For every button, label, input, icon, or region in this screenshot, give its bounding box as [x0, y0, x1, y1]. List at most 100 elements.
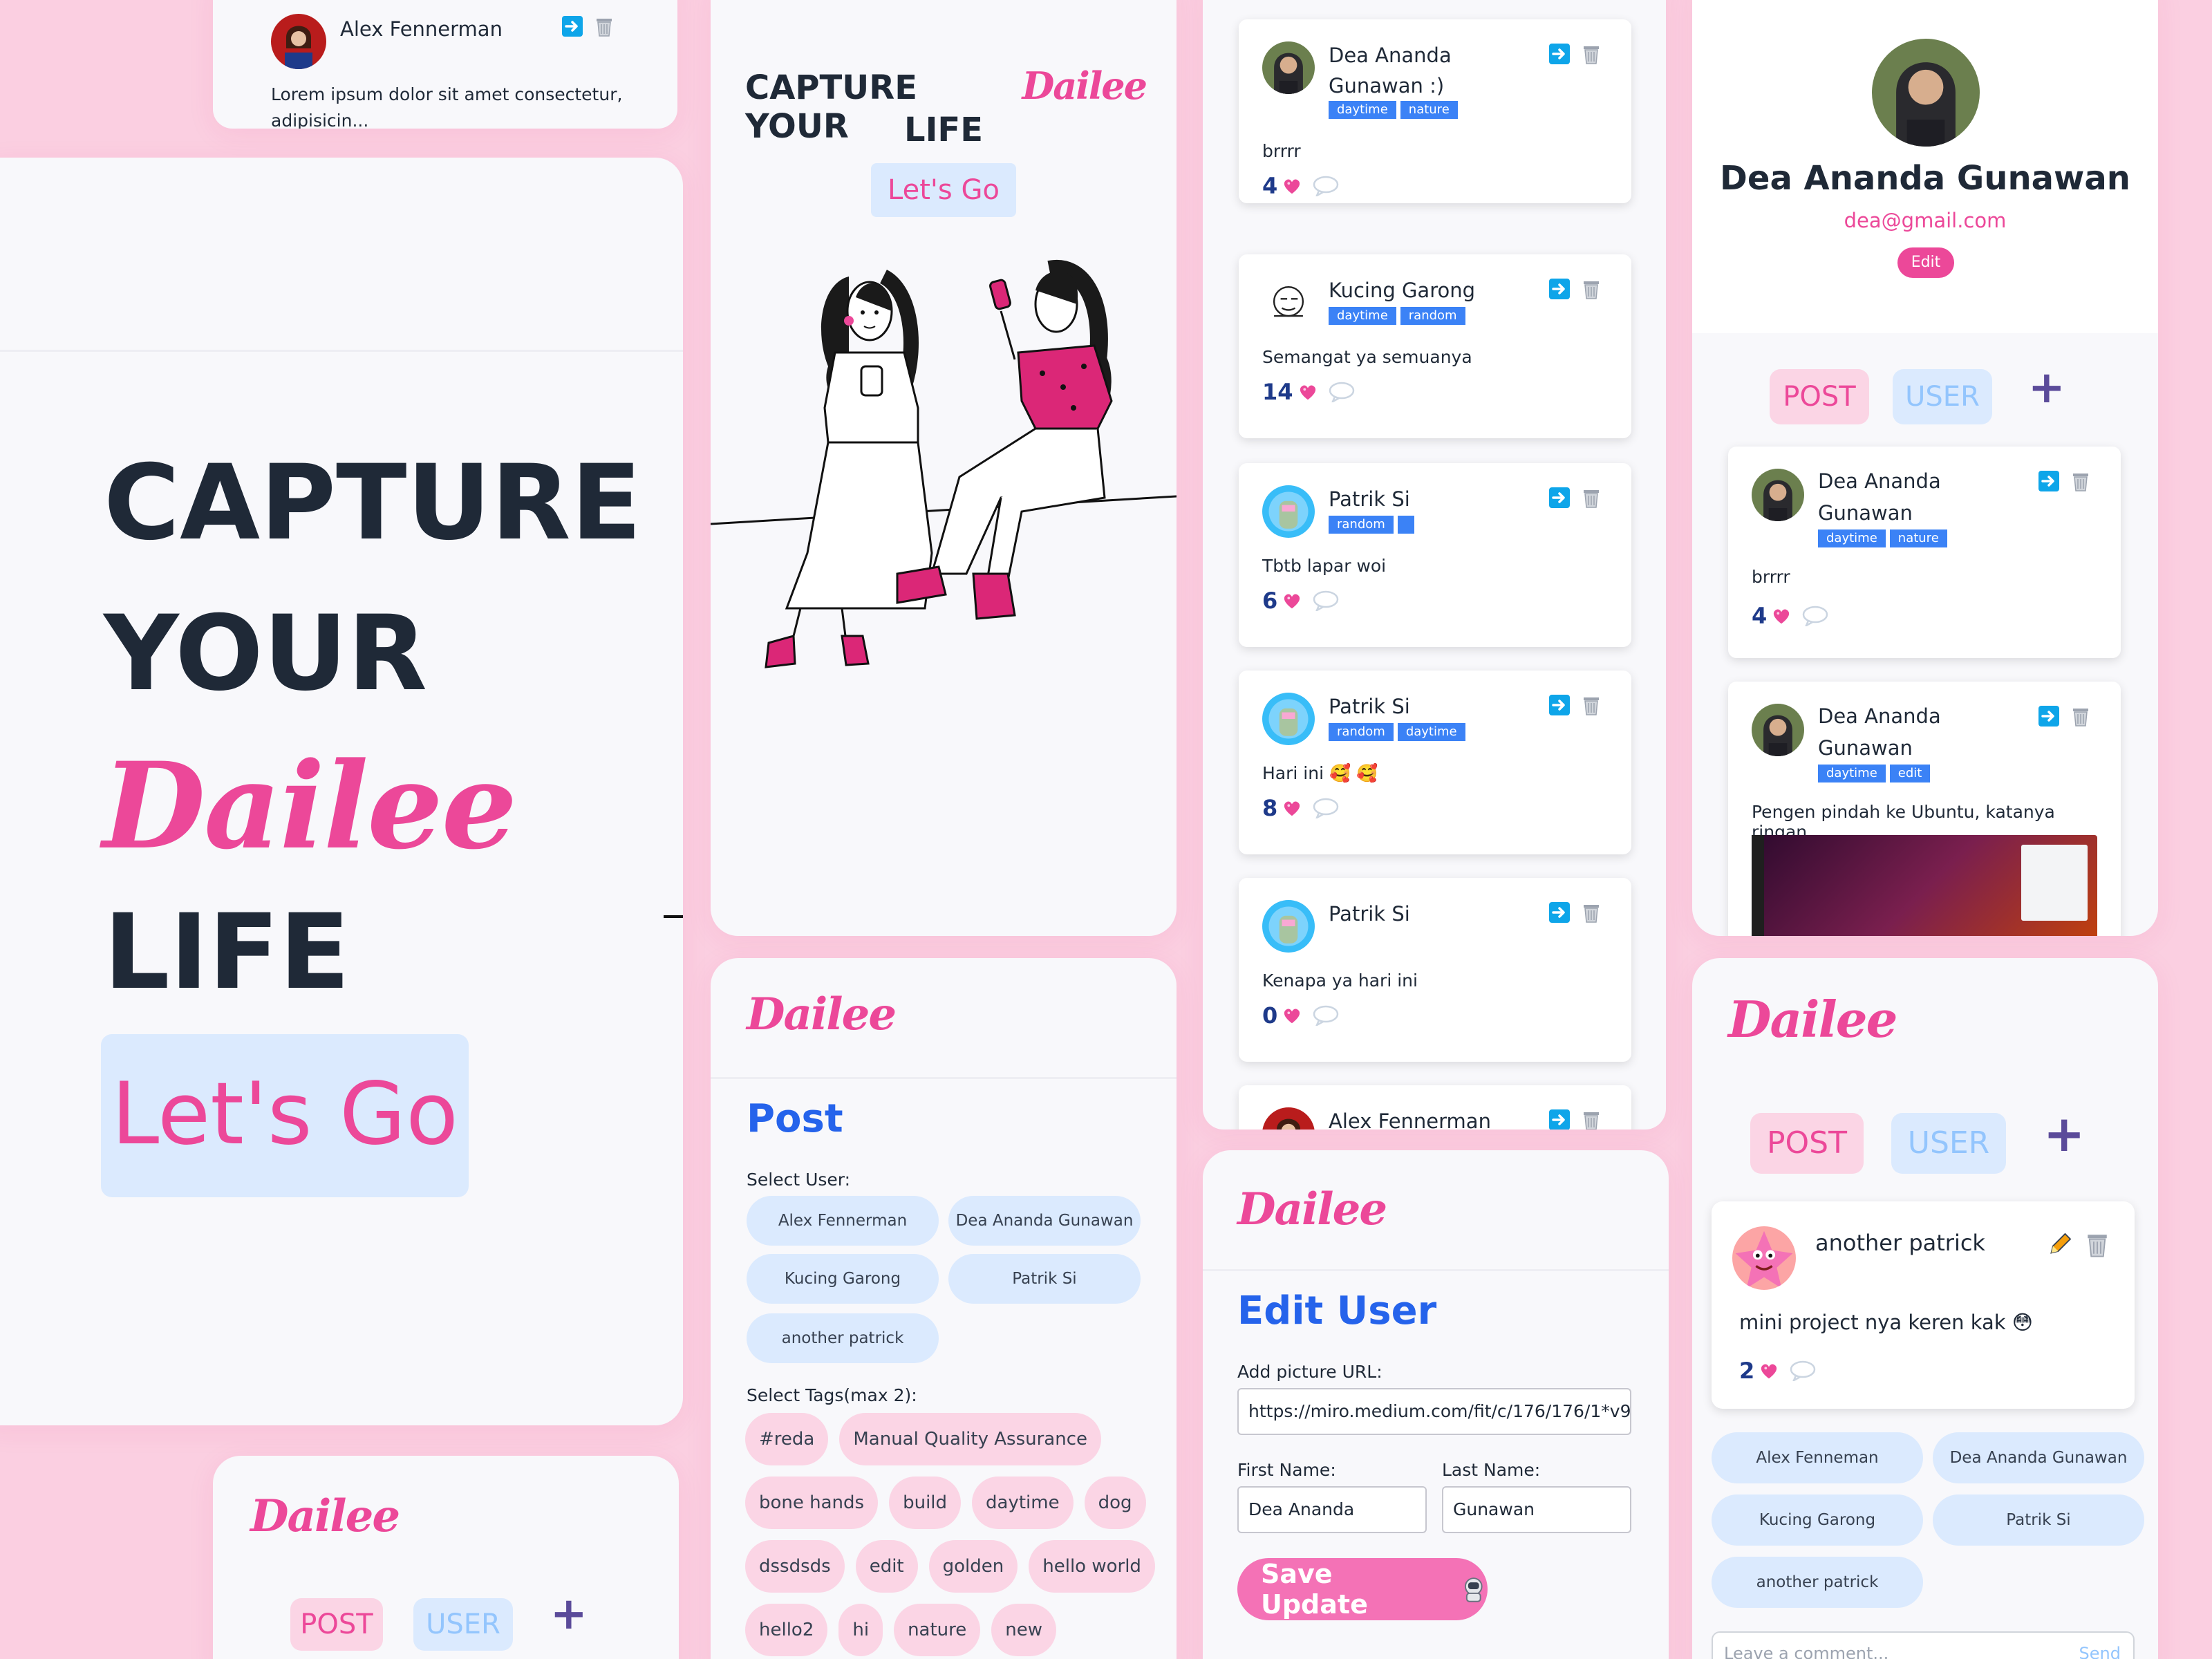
share-arrow-icon[interactable] [1548, 694, 1571, 716]
tag-pill[interactable]: hello world [1029, 1540, 1155, 1593]
tab-user[interactable]: USER [413, 1598, 513, 1651]
tag-pill[interactable]: dssdsds [745, 1540, 845, 1593]
post-tags: daytime nature [1818, 529, 1947, 547]
tag-pill[interactable]: nature [894, 1604, 981, 1656]
user-pill[interactable]: Patrik Si [1933, 1494, 2144, 1546]
comment-input[interactable]: Leave a comment... Send [1712, 1631, 2135, 1659]
bottom-left-brand: Dailee [250, 1490, 400, 1542]
tag-pill[interactable]: hi [838, 1604, 883, 1656]
tab-post[interactable]: POST [1770, 369, 1869, 424]
picture-url-label: Add picture URL: [1237, 1362, 1382, 1382]
heart-icon[interactable] [1282, 798, 1302, 818]
profile-edit-button[interactable]: Edit [1897, 247, 1954, 278]
share-arrow-icon[interactable] [1548, 278, 1571, 300]
comment-icon[interactable] [1789, 1360, 1817, 1381]
heart-icon[interactable] [1282, 590, 1302, 611]
heart-icon[interactable] [1297, 382, 1318, 402]
comment-icon[interactable] [1312, 176, 1340, 196]
user-pill[interactable]: Alex Fennerman [747, 1196, 939, 1246]
tag-pill[interactable]: edit [855, 1540, 918, 1593]
tab-user[interactable]: USER [1891, 1113, 2006, 1174]
tag-pill[interactable]: bone hands [745, 1477, 879, 1529]
post-author-line2: Gunawan :) [1329, 74, 1445, 97]
share-arrow-icon[interactable] [561, 15, 583, 37]
tag-pill[interactable]: #reda [745, 1413, 829, 1465]
hero-cta-button[interactable]: Let's Go [101, 1034, 469, 1197]
tag-pill[interactable]: hello2 [745, 1604, 828, 1656]
tab-post[interactable]: POST [290, 1598, 383, 1651]
heart-icon[interactable] [1282, 176, 1302, 196]
comment-icon[interactable] [1312, 798, 1340, 818]
edit-title: Edit User [1237, 1288, 1437, 1333]
post-tag: edit [1889, 765, 1931, 782]
first-name-input[interactable]: Dea Ananda [1237, 1486, 1427, 1533]
comment-icon[interactable] [1312, 1005, 1340, 1026]
trash-icon[interactable] [2070, 705, 2092, 727]
user-pill[interactable]: Dea Ananda Gunawan [1933, 1432, 2144, 1483]
user-pill[interactable]: Kucing Garong [1712, 1494, 1923, 1546]
pencil-icon[interactable] [2046, 1230, 2074, 1258]
create-post-card: Dailee Post Select User: Alex Fennerman D… [711, 958, 1177, 1659]
post-tag: daytime [1329, 101, 1396, 119]
trash-icon[interactable] [1580, 487, 1602, 509]
heart-icon[interactable] [1771, 606, 1792, 626]
like-count: 8 [1262, 795, 1278, 821]
tab-post[interactable]: POST [1750, 1113, 1864, 1174]
user-pill[interactable]: Dea Ananda Gunawan [948, 1196, 1141, 1246]
tag-pill[interactable]: dog [1084, 1477, 1146, 1529]
user-pill[interactable]: Patrik Si [948, 1254, 1141, 1304]
comment-icon[interactable] [1328, 382, 1356, 402]
trash-icon[interactable] [1580, 43, 1602, 65]
picture-url-input[interactable]: https://miro.medium.com/fit/c/176/176/1*… [1237, 1388, 1631, 1435]
trash-icon[interactable] [1580, 1109, 1602, 1130]
avatar [1752, 704, 1804, 756]
splash-cta-button[interactable]: Let's Go [871, 163, 1016, 217]
send-button[interactable]: Send [2079, 1644, 2121, 1659]
share-arrow-icon[interactable] [1548, 487, 1571, 509]
post-actions [1548, 694, 1602, 716]
trash-icon[interactable] [1580, 278, 1602, 300]
detail-card: Dailee POST USER + another patrick mini … [1692, 958, 2158, 1659]
trash-icon[interactable] [2070, 470, 2092, 492]
tag-pill[interactable]: new [991, 1604, 1057, 1656]
share-arrow-icon[interactable] [1548, 1109, 1571, 1130]
post-text: mini project nya keren kak 😳 [1739, 1311, 2033, 1334]
comment-icon[interactable] [1312, 590, 1340, 611]
share-arrow-icon[interactable] [2038, 705, 2060, 727]
last-name-input[interactable]: Gunawan [1442, 1486, 1631, 1533]
post-tag: random [1329, 516, 1394, 534]
tag-pill[interactable]: Manual Quality Assurance [839, 1413, 1102, 1465]
post-text: Tbtb lapar woi [1262, 556, 1387, 576]
trash-icon[interactable] [2083, 1230, 2111, 1258]
trash-icon[interactable] [1580, 694, 1602, 716]
share-arrow-icon[interactable] [1548, 43, 1571, 65]
create-divider [711, 1077, 1177, 1079]
user-pill[interactable]: another patrick [747, 1313, 939, 1363]
add-plus-button[interactable]: + [550, 1588, 588, 1640]
user-pill[interactable]: Alex Fenneman [1712, 1432, 1923, 1483]
share-arrow-icon[interactable] [1548, 901, 1571, 924]
user-pill[interactable]: Kucing Garong [747, 1254, 939, 1304]
comment-icon[interactable] [1801, 606, 1829, 626]
user-pill[interactable]: another patrick [1712, 1557, 1923, 1608]
tag-pill[interactable]: golden [928, 1540, 1018, 1593]
post-author: Dea Ananda [1329, 44, 1452, 67]
hero-brand: Dailee [102, 735, 517, 876]
comment-placeholder: Leave a comment... [1724, 1644, 1889, 1659]
add-plus-button[interactable]: + [2043, 1105, 2085, 1163]
trash-icon[interactable] [1580, 901, 1602, 924]
profile-post: Dea Ananda Gunawan daytime edit Pengen pinda… [1728, 682, 2121, 936]
post-tag: random [1400, 307, 1465, 325]
share-arrow-icon[interactable] [2038, 470, 2060, 492]
top-post-card: Alex Fennerman Lorem ipsum dolor sit ame… [213, 0, 677, 129]
tag-pill[interactable]: daytime [972, 1477, 1074, 1529]
profile-email: dea@gmail.com [1844, 209, 2007, 232]
save-update-button[interactable]: Save Update [1237, 1558, 1488, 1620]
heart-icon[interactable] [1282, 1005, 1302, 1026]
add-plus-button[interactable]: + [2028, 362, 2065, 413]
profile-name: Dea Ananda Gunawan [1720, 159, 2130, 198]
trash-icon[interactable] [593, 15, 615, 37]
heart-icon[interactable] [1759, 1360, 1779, 1381]
tab-user[interactable]: USER [1893, 369, 1992, 424]
tag-pill[interactable]: build [889, 1477, 962, 1529]
